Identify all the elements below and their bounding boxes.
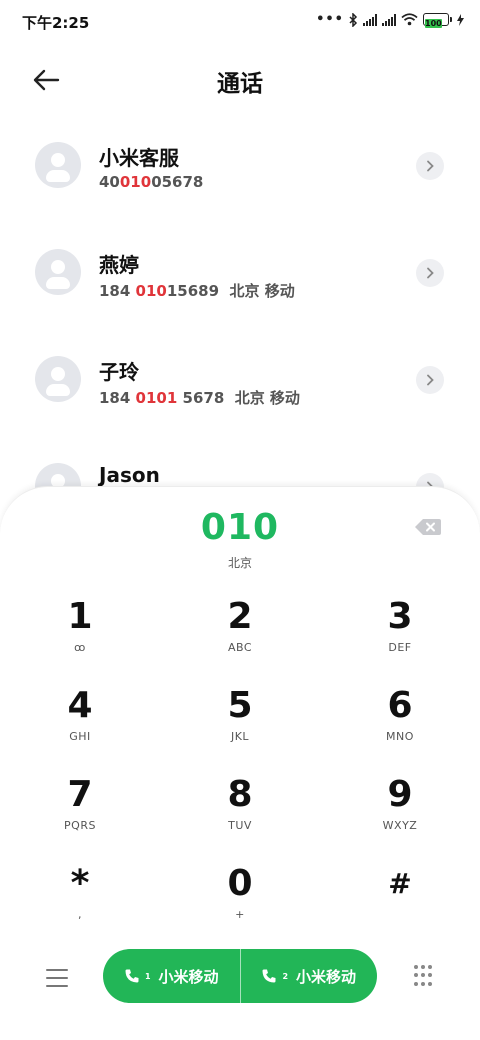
chevron-right-icon [427,160,434,172]
key-digit: 7 [67,774,93,815]
key-1[interactable]: 1 ꝏ [20,597,140,677]
contact-row[interactable]: 燕婷 184 01015689 北京 移动 [0,225,480,332]
key-letters: WXYZ [382,819,418,832]
charging-bolt-icon [457,13,464,26]
status-time: 下午2:25 [22,14,90,32]
key-digit: 3 [387,596,413,637]
avatar [35,249,81,295]
more-dots-icon: ••• [316,12,344,27]
key-digit: * [70,863,90,904]
key-9[interactable]: 9 WXYZ [340,775,460,855]
chevron-right-icon [427,267,434,279]
contact-detail-button[interactable] [416,152,444,180]
key-8[interactable]: 8 TUV [180,775,300,855]
dialed-number[interactable]: 010 [0,507,480,548]
bluetooth-icon [349,12,358,27]
key-letters: TUV [228,819,252,832]
call-sim2-label: 小米移动 [296,967,357,986]
dialpad-panel: 010 北京 1 ꝏ 2 ABC 3 DEF 4 GHI 5 JKL 6 MNO [0,486,480,1040]
menu-button[interactable] [46,969,68,987]
chevron-right-icon [427,374,434,386]
contact-number: 4001005678 [99,173,204,191]
sim-index: 1 [144,971,151,981]
key-star[interactable]: * , [20,864,140,944]
signal-sim1-icon [363,13,377,26]
contact-name: 子玲 [99,360,139,384]
key-letters: + [235,908,245,921]
key-digit: 5 [227,685,253,726]
page-title: 通话 [217,71,263,97]
key-2[interactable]: 2 ABC [180,597,300,677]
contact-detail-button[interactable] [416,259,444,287]
key-digit: # [388,867,412,900]
key-digit: 6 [387,685,413,726]
key-digit: 1 [67,596,93,637]
voicemail-icon: ꝏ [74,641,86,654]
key-4[interactable]: 4 GHI [20,686,140,766]
call-sim2-button[interactable]: 2 小米移动 [241,949,378,1003]
number-match-highlight: 010 [135,282,167,300]
contact-name: Jason [99,463,160,487]
battery-level: 100 [425,19,442,28]
contact-row[interactable]: 小米客服 4001005678 [0,118,480,225]
key-letters: PQRS [64,819,96,832]
contact-name: 燕婷 [99,253,139,277]
header: 通话 [0,52,480,108]
key-digit: 8 [227,774,253,815]
key-letters: MNO [386,730,414,743]
key-0[interactable]: 0 + [180,864,300,944]
backspace-icon [415,519,441,535]
contact-detail-button[interactable] [416,366,444,394]
call-sim1-label: 小米移动 [158,967,219,986]
key-digit: 2 [227,596,253,637]
call-sim1-button[interactable]: 1 小米移动 [103,949,240,1003]
contact-name: 小米客服 [99,146,179,170]
key-letters: , [78,908,82,921]
contact-number: 184 0101 5678 北京 移动 [99,389,300,407]
status-bar: 下午2:25 ••• 100 [0,0,480,42]
contact-number: 184 01015689 北京 移动 [99,282,295,300]
status-icons: ••• 100 [316,12,464,28]
key-hash[interactable]: # [340,864,460,944]
sim-index: 2 [282,971,289,981]
avatar [35,142,81,188]
battery-icon: 100 [423,13,452,28]
phone-sim2-icon [262,969,276,983]
key-6[interactable]: 6 MNO [340,686,460,766]
key-letters: JKL [230,730,250,743]
wifi-icon [401,13,418,26]
keypad-toggle-button[interactable] [413,965,433,987]
call-button-group: 1 小米移动 2 小米移动 [103,949,377,1003]
key-5[interactable]: 5 JKL [180,686,300,766]
contact-list: 小米客服 4001005678 燕婷 184 01015689 北京 移动 子玲… [0,118,480,546]
contact-row[interactable]: 子玲 184 0101 5678 北京 移动 [0,332,480,439]
dialed-location: 北京 [227,556,252,570]
number-match-highlight: 0101 [135,389,178,407]
signal-sim2-icon [382,13,396,26]
key-3[interactable]: 3 DEF [340,597,460,677]
number-match-highlight: 010 [119,173,152,191]
key-digit: 9 [387,774,413,815]
key-letters: ABC [227,641,253,654]
key-letters: GHI [69,730,91,743]
key-digit: 0 [227,863,253,904]
phone-sim1-icon [125,969,139,983]
key-7[interactable]: 7 PQRS [20,775,140,855]
key-letters: DEF [388,641,412,654]
avatar [35,356,81,402]
backspace-button[interactable] [414,517,442,537]
key-digit: 4 [67,685,93,726]
